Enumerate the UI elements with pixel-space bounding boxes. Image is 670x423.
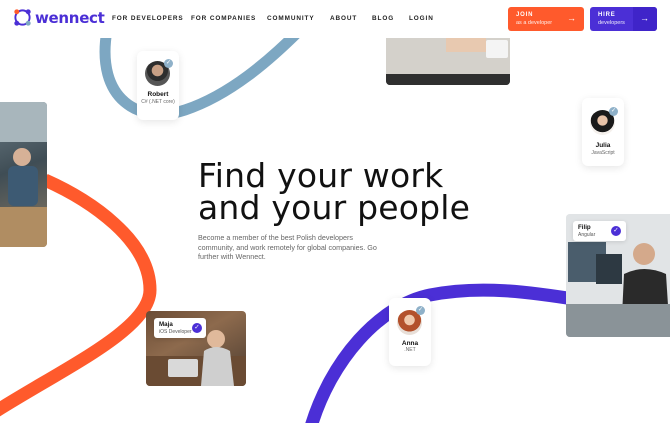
office-team-photo xyxy=(0,102,47,247)
profile-name: Julia xyxy=(595,142,611,149)
verified-check-icon: ✓ xyxy=(192,323,202,333)
profile-card-julia[interactable]: ✓ Julia JavaScript xyxy=(582,98,624,166)
profile-name: Anna xyxy=(401,340,419,347)
profile-card-robert[interactable]: ✓ Robert C# (.NET core) xyxy=(137,51,179,120)
logo[interactable]: wennect xyxy=(13,8,105,27)
nav-community[interactable]: COMMUNITY xyxy=(267,15,315,22)
hero-subtitle: Become a member of the best Polish devel… xyxy=(198,233,377,261)
nav-login[interactable]: LOGIN xyxy=(409,15,434,22)
verified-check-icon: ✓ xyxy=(611,226,621,236)
photo-shapes xyxy=(0,102,47,247)
verified-check-icon: ✓ xyxy=(416,306,425,315)
profile-role: Angular xyxy=(578,232,596,238)
hero-title: Find your work and your people xyxy=(198,159,471,227)
wennect-logo-icon xyxy=(14,9,31,26)
photo-shapes xyxy=(386,38,510,85)
profile-role: C# (.NET core) xyxy=(141,99,175,105)
site-header: wennect FOR DEVELOPERS FOR COMPANIES COM… xyxy=(0,0,670,38)
join-button[interactable]: JOIN as a developer → xyxy=(508,7,584,31)
nav-about[interactable]: ABOUT xyxy=(330,15,357,22)
verified-check-icon: ✓ xyxy=(164,59,173,68)
steel-blue-curve xyxy=(99,26,304,120)
nav-for-companies[interactable]: FOR COMPANIES xyxy=(191,15,256,22)
hire-label: HIRE xyxy=(598,12,616,18)
purple-curve xyxy=(305,283,582,423)
verified-check-icon: ✓ xyxy=(609,107,618,116)
profile-tag-filip[interactable]: Filip Angular ✓ xyxy=(573,221,626,241)
profile-role: JavaScript xyxy=(591,150,615,156)
join-label: JOIN xyxy=(516,12,534,18)
desk-laptop-photo xyxy=(386,38,510,85)
hire-button[interactable]: HIRE developers → xyxy=(590,7,657,31)
join-sublabel: as a developer xyxy=(516,20,553,26)
profile-name: Filip xyxy=(578,224,591,231)
profile-tag-maja[interactable]: Maja iOS Developer ✓ xyxy=(154,318,206,338)
profile-name: Robert xyxy=(147,91,169,98)
profile-card-anna[interactable]: ✓ Anna .NET xyxy=(389,298,431,366)
logo-text: wennect xyxy=(35,8,105,27)
hero-title-line2: and your people xyxy=(198,188,471,227)
profile-role: iOS Developer xyxy=(159,329,192,335)
profile-name: Maja xyxy=(159,321,173,328)
arrow-right-icon: → xyxy=(640,13,649,23)
arrow-right-icon: → xyxy=(567,13,576,23)
profile-role: .NET xyxy=(404,347,416,353)
nav-for-developers[interactable]: FOR DEVELOPERS xyxy=(112,15,184,22)
nav-blog[interactable]: BLOG xyxy=(372,15,394,22)
hire-sublabel: developers xyxy=(598,20,625,26)
